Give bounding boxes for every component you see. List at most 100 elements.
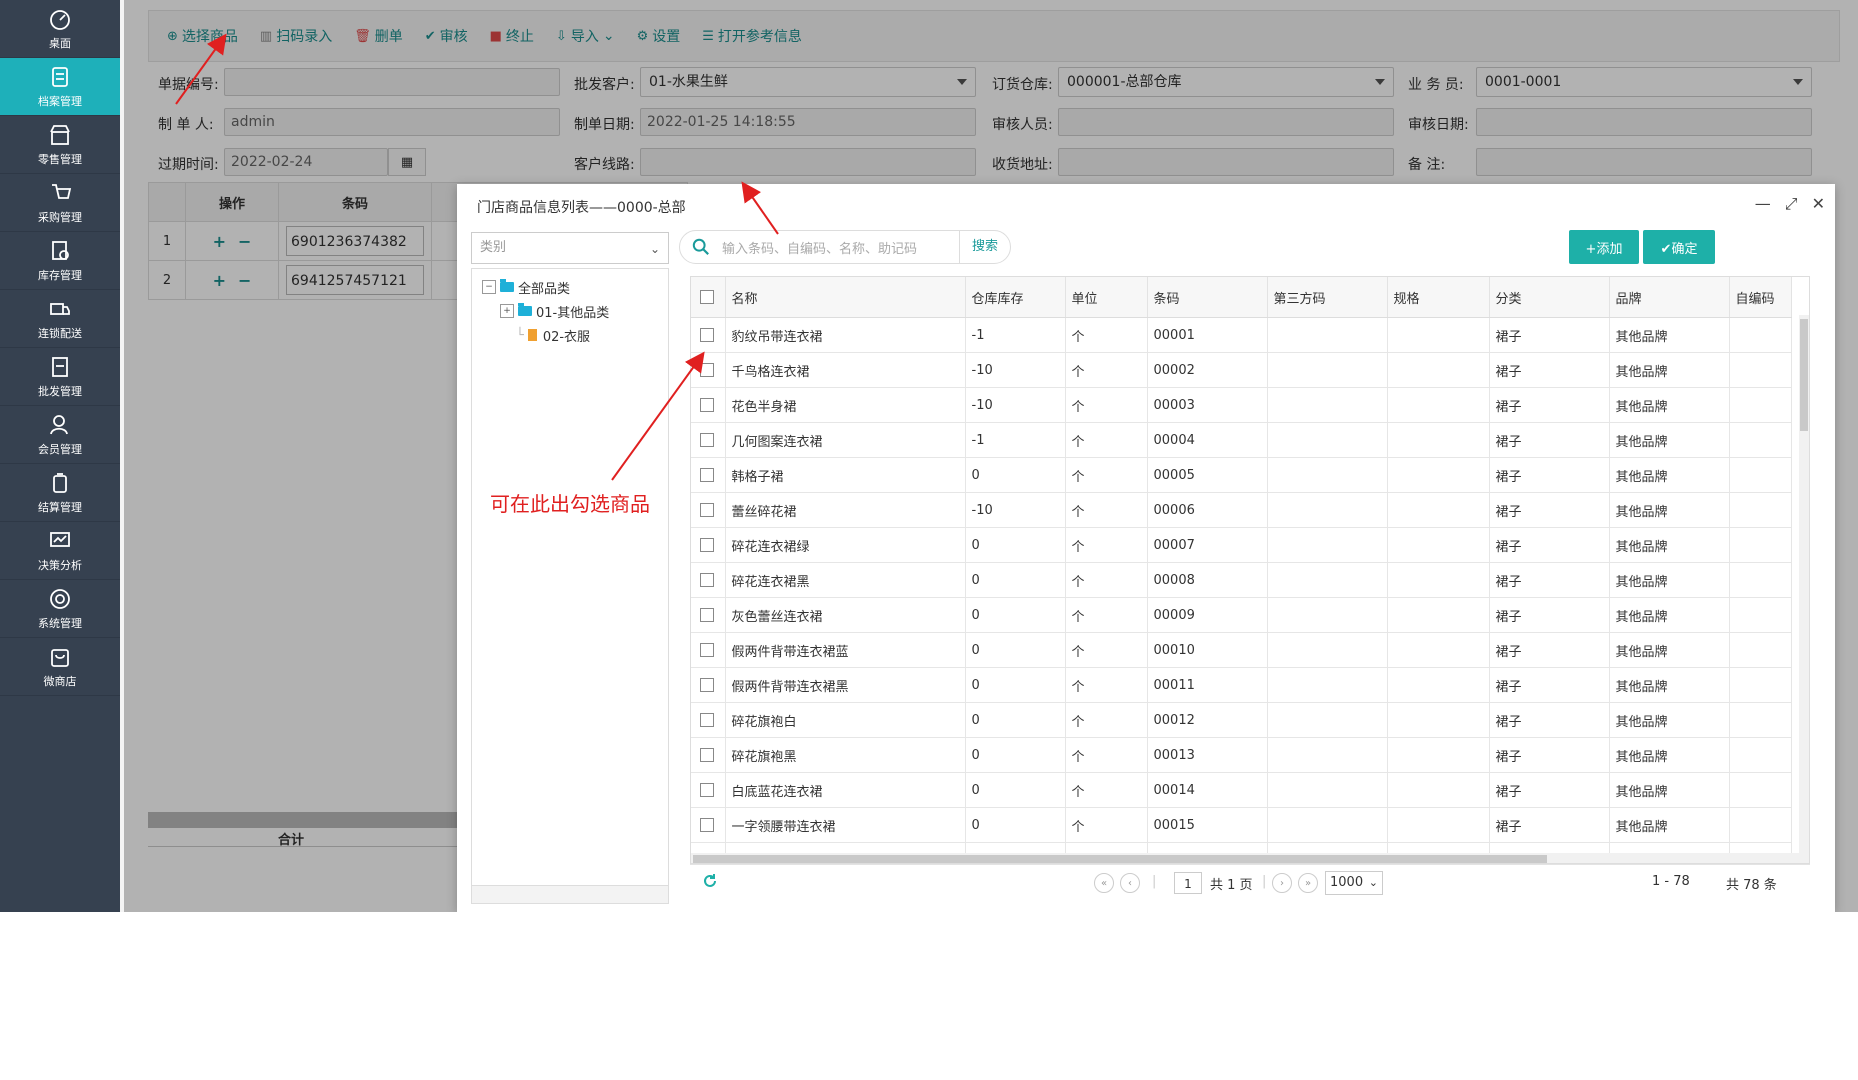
- table-cell: [1267, 702, 1388, 738]
- table-cell: [1729, 737, 1792, 773]
- table-row[interactable]: 碎花连衣裙黑 0 个 00008 裙子 其他品牌: [691, 562, 1792, 598]
- collapse-toggle-icon[interactable]: −: [482, 280, 496, 294]
- checkbox-icon: [700, 783, 715, 797]
- close-icon[interactable]: ✕: [1812, 194, 1825, 214]
- row-checkbox[interactable]: [691, 562, 726, 598]
- search-input[interactable]: 输入条码、自编码、名称、助记码: [722, 238, 959, 257]
- column-header[interactable]: 仓库库存: [965, 277, 1066, 318]
- refresh-icon[interactable]: [702, 873, 718, 889]
- table-cell: [1729, 352, 1792, 388]
- row-checkbox[interactable]: [691, 527, 726, 563]
- row-checkbox[interactable]: [691, 352, 726, 388]
- next-page-icon[interactable]: ›: [1272, 873, 1292, 893]
- table-row[interactable]: 千鸟格连衣裙 -10 个 00002 裙子 其他品牌: [691, 352, 1792, 388]
- table-row[interactable]: 豹纹吊带连衣裙 -1 个 00001 裙子 其他品牌: [691, 317, 1792, 353]
- column-header[interactable]: 自编码: [1729, 277, 1792, 318]
- row-checkbox[interactable]: [691, 317, 726, 353]
- table-row[interactable]: 碎花连衣裙绿 0 个 00007 裙子 其他品牌: [691, 527, 1792, 563]
- table-row[interactable]: 几何图案连衣裙 -1 个 00004 裙子 其他品牌: [691, 422, 1792, 458]
- table-cell: 其他品牌: [1609, 807, 1730, 843]
- add-button[interactable]: +添加: [1569, 230, 1639, 264]
- category-select[interactable]: 类别 ⌄: [471, 232, 669, 264]
- table-cell: -1: [965, 317, 1066, 353]
- table-row[interactable]: 一字领腰带连衣裙 0 个 00015 裙子 其他品牌: [691, 807, 1792, 843]
- row-checkbox[interactable]: [691, 772, 726, 808]
- sidebar-item-5[interactable]: 连锁配送: [0, 290, 120, 348]
- column-header[interactable]: 分类: [1489, 277, 1610, 318]
- sidebar-item-2[interactable]: 零售管理: [0, 116, 120, 174]
- table-row[interactable]: 白底蓝花连衣裙 0 个 00014 裙子 其他品牌: [691, 772, 1792, 808]
- vertical-scrollbar[interactable]: [1799, 315, 1809, 863]
- prev-page-icon[interactable]: ‹: [1120, 873, 1140, 893]
- checkbox-icon: [700, 503, 715, 517]
- first-page-icon[interactable]: «: [1094, 873, 1114, 893]
- table-row[interactable]: 假两件背带连衣裙蓝 0 个 00010 裙子 其他品牌: [691, 632, 1792, 668]
- sidebar-item-3[interactable]: 采购管理: [0, 174, 120, 232]
- table-cell: 灰色蕾丝连衣裙: [725, 597, 966, 633]
- table-row[interactable]: 假两件背带连衣裙黑 0 个 00011 裙子 其他品牌: [691, 667, 1792, 703]
- sidebar-item-1[interactable]: 档案管理: [0, 58, 120, 116]
- tree-node-all[interactable]: − 全部品类: [472, 275, 668, 299]
- table-cell: [1729, 387, 1792, 423]
- table-cell: 00004: [1147, 422, 1268, 458]
- table-cell: 00011: [1147, 667, 1268, 703]
- sidebar-item-7[interactable]: 会员管理: [0, 406, 120, 464]
- column-header[interactable]: 名称: [725, 277, 966, 318]
- horizontal-scrollbar[interactable]: [691, 853, 1809, 863]
- sidebar-item-6[interactable]: 批发管理: [0, 348, 120, 406]
- column-header[interactable]: 条码: [1147, 277, 1268, 318]
- checkbox-icon: [700, 678, 715, 692]
- scroll-thumb[interactable]: [1800, 319, 1808, 431]
- table-row[interactable]: 韩格子裙 0 个 00005 裙子 其他品牌: [691, 457, 1792, 493]
- sidebar-item-0[interactable]: 桌面: [0, 0, 120, 58]
- search-button[interactable]: 搜索: [958, 231, 1010, 263]
- minimize-icon[interactable]: —: [1755, 194, 1771, 214]
- sidebar-item-11[interactable]: 微商店: [0, 638, 120, 696]
- column-header[interactable]: 单位: [1065, 277, 1148, 318]
- scroll-thumb[interactable]: [693, 855, 1547, 863]
- row-checkbox[interactable]: [691, 667, 726, 703]
- table-cell: [1387, 527, 1490, 563]
- page-size-select[interactable]: 1000 ⌄: [1325, 871, 1383, 895]
- column-header[interactable]: 规格: [1387, 277, 1490, 318]
- table-cell: [1387, 632, 1490, 668]
- search-bar: 输入条码、自编码、名称、助记码 搜索: [679, 230, 1011, 264]
- table-cell: [1729, 667, 1792, 703]
- maximize-icon[interactable]: ⤢: [1785, 194, 1798, 214]
- last-page-icon[interactable]: »: [1298, 873, 1318, 893]
- row-checkbox[interactable]: [691, 807, 726, 843]
- tree-scrollbar[interactable]: [471, 886, 669, 904]
- table-row[interactable]: 碎花旗袍白 0 个 00012 裙子 其他品牌: [691, 702, 1792, 738]
- table-cell: 几何图案连衣裙: [725, 422, 966, 458]
- sidebar-item-9[interactable]: 决策分析: [0, 522, 120, 580]
- row-checkbox[interactable]: [691, 422, 726, 458]
- table-cell: 个: [1065, 737, 1148, 773]
- table-row[interactable]: 灰色蕾丝连衣裙 0 个 00009 裙子 其他品牌: [691, 597, 1792, 633]
- expand-toggle-icon[interactable]: +: [500, 304, 514, 318]
- row-checkbox[interactable]: [691, 632, 726, 668]
- row-checkbox[interactable]: [691, 737, 726, 773]
- row-checkbox[interactable]: [691, 492, 726, 528]
- row-checkbox[interactable]: [691, 457, 726, 493]
- column-header[interactable]: 品牌: [1609, 277, 1730, 318]
- wholesale-icon: [52, 357, 68, 377]
- row-checkbox[interactable]: [691, 702, 726, 738]
- column-header[interactable]: 第三方码: [1267, 277, 1388, 318]
- table-row[interactable]: 碎花旗袍黑 0 个 00013 裙子 其他品牌: [691, 737, 1792, 773]
- table-cell: 00013: [1147, 737, 1268, 773]
- tree-node-clothes[interactable]: └ 02-衣服: [472, 323, 668, 347]
- table-row[interactable]: 花色半身裙 -10 个 00003 裙子 其他品牌: [691, 387, 1792, 423]
- tree-node-other[interactable]: + 01-其他品类: [472, 299, 668, 323]
- confirm-button[interactable]: ✔确定: [1643, 230, 1715, 264]
- page-number-input[interactable]: 1: [1174, 872, 1202, 894]
- select-all-checkbox[interactable]: [691, 277, 726, 318]
- chevron-down-icon: ⌄: [1368, 876, 1378, 889]
- table-cell: [1729, 457, 1792, 493]
- sidebar-item-10[interactable]: 系统管理: [0, 580, 120, 638]
- row-checkbox[interactable]: [691, 597, 726, 633]
- table-row[interactable]: 蕾丝碎花裙 -10 个 00006 裙子 其他品牌: [691, 492, 1792, 528]
- sidebar-item-4[interactable]: 库存管理: [0, 232, 120, 290]
- sidebar-item-8[interactable]: 结算管理: [0, 464, 120, 522]
- table-cell: 其他品牌: [1609, 632, 1730, 668]
- row-checkbox[interactable]: [691, 387, 726, 423]
